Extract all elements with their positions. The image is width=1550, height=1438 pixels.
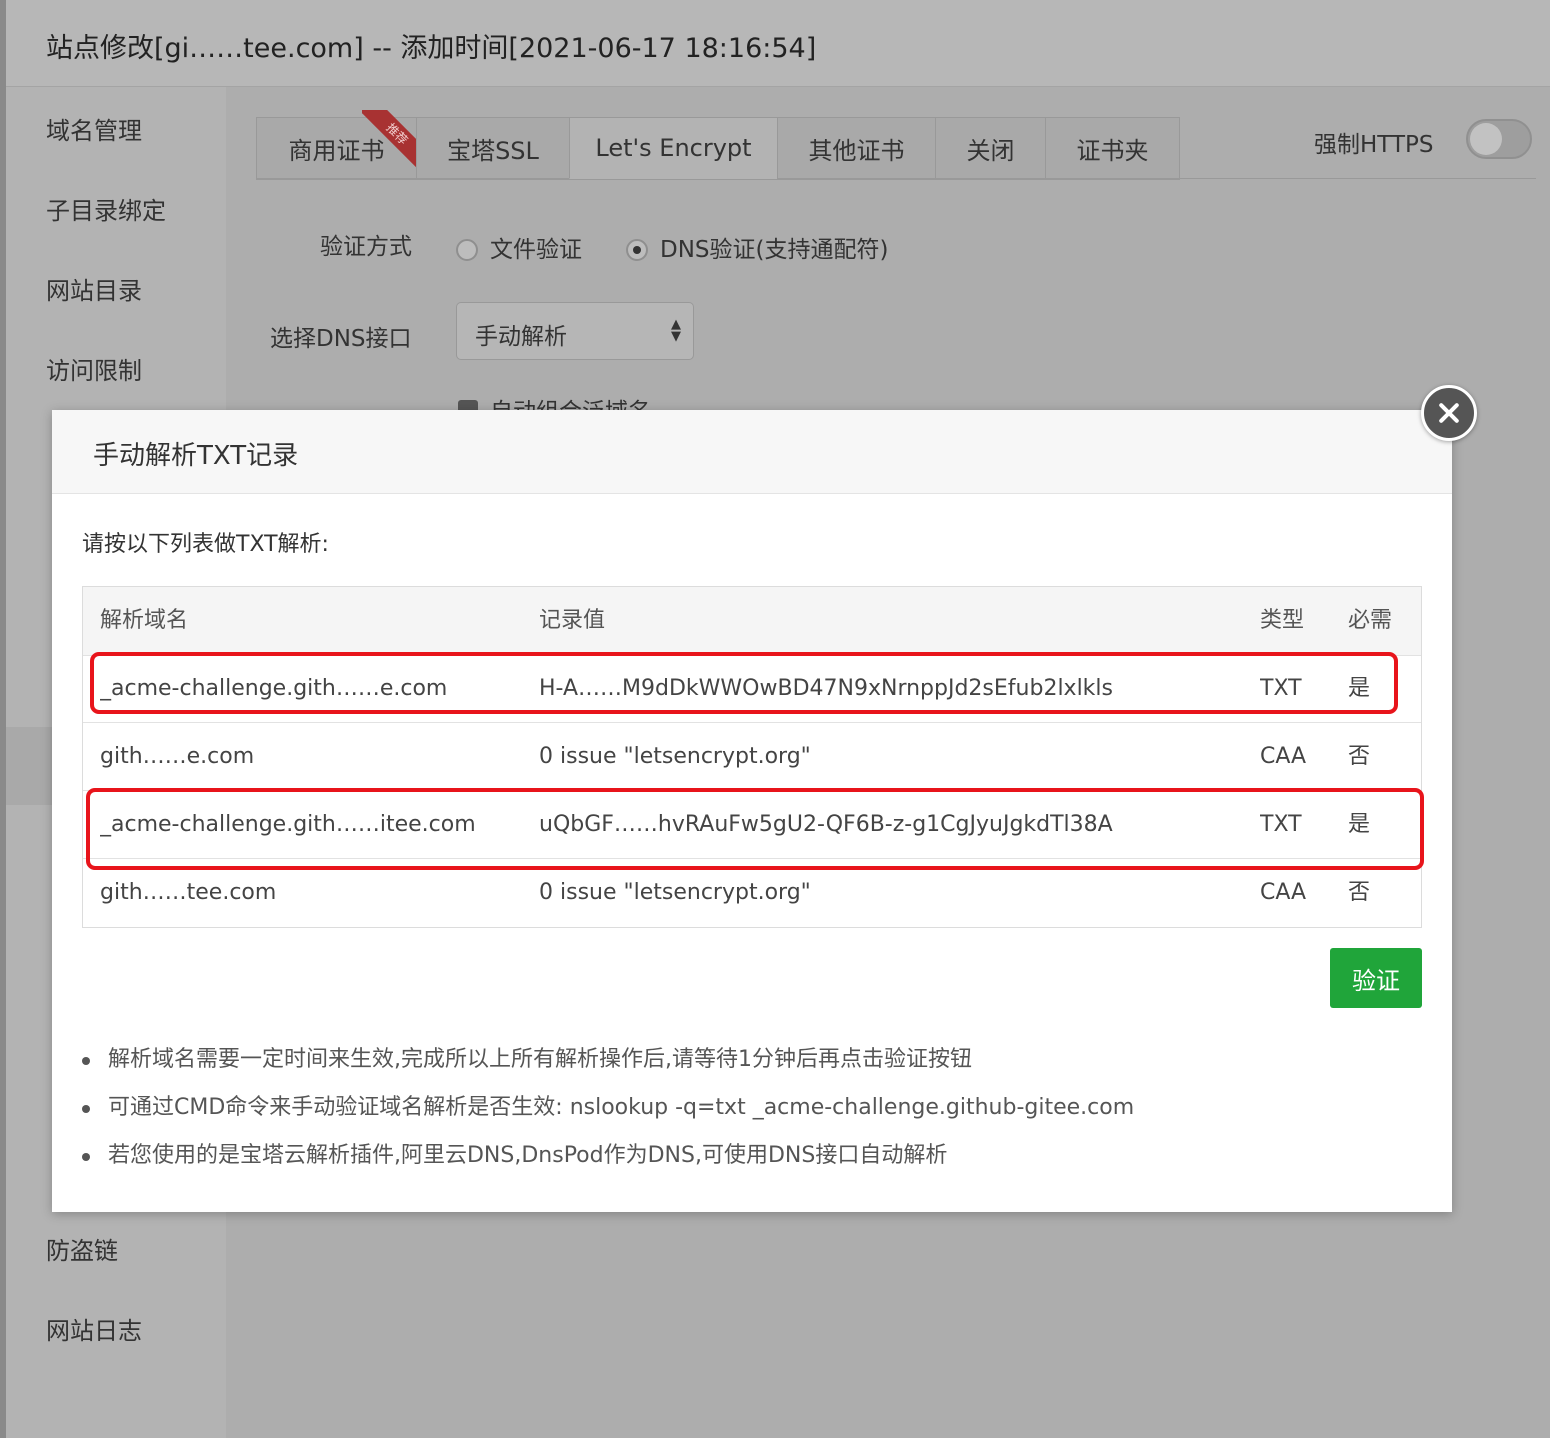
row-type: TXT (1260, 812, 1302, 837)
table-row: _acme-challenge.gith……e.com H-A……M9dDkWW… (83, 655, 1421, 723)
toggle-knob (1470, 123, 1502, 155)
radio-file-verify[interactable] (456, 239, 478, 261)
radio-dns-verify-label[interactable]: DNS验证(支持通配符) (660, 230, 888, 264)
table-row: gith……tee.com 0 issue "letsencrypt.org" … (83, 859, 1421, 927)
row-value: 0 issue "letsencrypt.org" (539, 744, 811, 769)
tab-lets-encrypt[interactable]: Let's Encrypt (569, 117, 777, 179)
verify-method-label: 验证方式 (320, 234, 412, 260)
dns-api-label: 选择DNS接口 (270, 326, 412, 352)
modal-header: 手动解析TXT记录 (52, 410, 1452, 494)
select-arrows-icon: ▲ ▼ (671, 317, 681, 344)
force-https-toggle[interactable] (1466, 119, 1532, 159)
modal-intro: 请按以下列表做TXT解析: (82, 532, 329, 557)
tab-close[interactable]: 关闭 (935, 117, 1045, 179)
row-domain: gith……tee.com (100, 880, 277, 905)
row-required: 是 (1348, 676, 1371, 701)
force-https-label: 强制HTTPS (1314, 132, 1434, 158)
tab-divider (1180, 178, 1536, 179)
table-row: gith……e.com 0 issue "letsencrypt.org" CA… (83, 723, 1421, 791)
row-domain: gith……e.com (100, 744, 255, 769)
sidebar-item-site-log[interactable]: 网站日志 (46, 1311, 142, 1346)
tab-label: 关闭 (966, 136, 1015, 165)
column-header-required: 必需 (1348, 608, 1393, 633)
row-type: CAA (1260, 744, 1307, 769)
sidebar-item-hotlink[interactable]: 防盗链 (46, 1231, 118, 1266)
verify-button[interactable]: 验证 (1330, 948, 1422, 1008)
tip-item: 解析域名需要一定时间来生效,完成所以上所有解析操作后,请等待1分钟后再点击验证按… (82, 1042, 1422, 1090)
table-header: 解析域名 记录值 类型 必需 (83, 587, 1421, 656)
dns-api-selected-value: 手动解析 (475, 324, 567, 350)
window-title: 站点修改[gi……tee.com] -- 添加时间[2021-06-17 18:… (46, 33, 817, 64)
row-value: uQbGF……hvRAuFw5gU2-QF6B-z-g1CgJyuJgkdTl3… (539, 812, 1113, 837)
modal-title: 手动解析TXT记录 (93, 441, 299, 471)
window-titlebar: 站点修改[gi……tee.com] -- 添加时间[2021-06-17 18:… (6, 0, 1550, 87)
sidebar-item-domain[interactable]: 域名管理 (46, 111, 142, 146)
manual-txt-modal: 手动解析TXT记录 请按以下列表做TXT解析: 解析域名 记录值 类型 必需 _… (52, 410, 1452, 1212)
sidebar-item-access-limit[interactable]: 访问限制 (46, 351, 142, 386)
row-required: 否 (1348, 880, 1371, 905)
row-value: 0 issue "letsencrypt.org" (539, 880, 811, 905)
tab-commercial-cert[interactable]: 商用证书 推荐 (256, 110, 424, 179)
radio-file-verify-label[interactable]: 文件验证 (490, 230, 582, 264)
row-required: 否 (1348, 744, 1371, 769)
tips-list: 解析域名需要一定时间来生效,完成所以上所有解析操作后,请等待1分钟后再点击验证按… (82, 1042, 1422, 1186)
close-icon[interactable] (1421, 385, 1477, 441)
tab-label: 宝塔SSL (447, 136, 539, 165)
radio-dns-verify[interactable] (626, 239, 648, 261)
txt-record-table: 解析域名 记录值 类型 必需 _acme-challenge.gith……e.c… (82, 586, 1422, 928)
tab-other-cert[interactable]: 其他证书 (777, 117, 935, 179)
sidebar-item-subdir[interactable]: 子目录绑定 (46, 191, 166, 226)
ssl-tabs: 商用证书 推荐 宝塔SSL Let's Encrypt 其他证书 关闭 证书夹 (256, 110, 1180, 180)
recommend-ribbon: 推荐 (362, 110, 424, 172)
tab-cert-folder[interactable]: 证书夹 (1045, 117, 1180, 179)
column-header-domain: 解析域名 (100, 608, 189, 633)
row-value: H-A……M9dDkWWOwBD47N9xNrnppJd2sEfub2lxlkl… (539, 676, 1113, 701)
column-header-value: 记录值 (539, 608, 606, 633)
sidebar-item-site-dir[interactable]: 网站目录 (46, 271, 142, 306)
tab-label: 其他证书 (808, 136, 905, 165)
row-required: 是 (1348, 812, 1371, 837)
dns-api-select[interactable]: 手动解析 ▲ ▼ (456, 302, 694, 360)
tab-label: 证书夹 (1076, 136, 1149, 165)
row-domain: _acme-challenge.gith……itee.com (100, 812, 476, 837)
tab-label: Let's Encrypt (595, 134, 752, 162)
row-domain: _acme-challenge.gith……e.com (100, 676, 448, 701)
row-type: CAA (1260, 880, 1307, 905)
row-type: TXT (1260, 676, 1302, 701)
table-row: _acme-challenge.gith……itee.com uQbGF……hv… (83, 791, 1421, 859)
tip-item: 可通过CMD命令来手动验证域名解析是否生效: nslookup -q=txt _… (82, 1090, 1422, 1138)
tab-bt-ssl[interactable]: 宝塔SSL (416, 117, 569, 179)
column-header-type: 类型 (1260, 608, 1305, 633)
tip-item: 若您使用的是宝塔云解析插件,阿里云DNS,DnsPod作为DNS,可使用DNS接… (82, 1138, 1422, 1186)
